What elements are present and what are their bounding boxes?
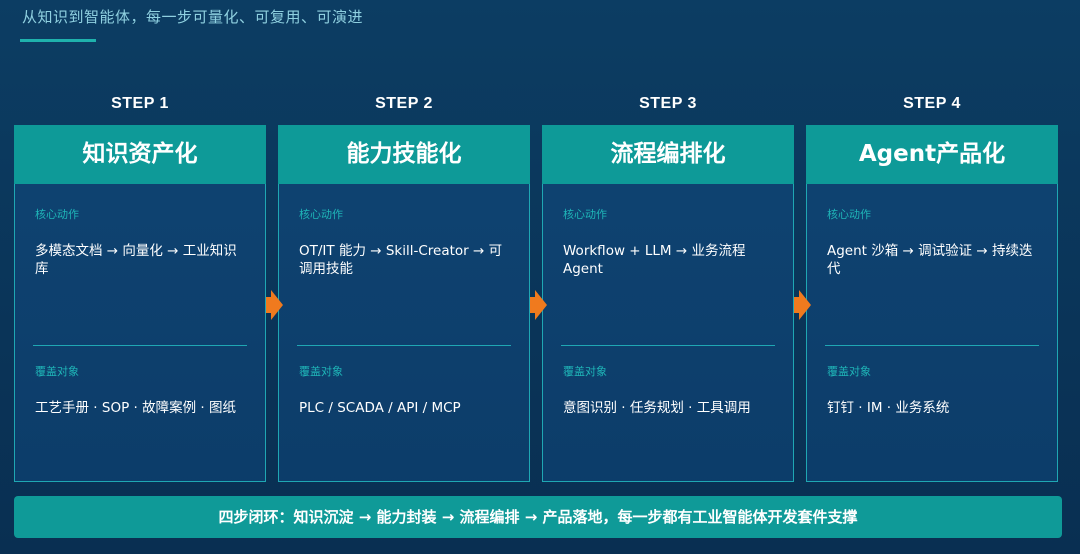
step-title: 知识资产化 <box>14 125 266 184</box>
step-label: STEP 3 <box>639 95 697 112</box>
action-text: Agent 沙箱 → 调试验证 → 持续迭代 <box>827 243 1033 277</box>
step-label: STEP 2 <box>375 95 433 112</box>
scope-text: 钉钉 · IM · 业务系统 <box>827 400 950 416</box>
divider <box>297 345 511 346</box>
action-text: 多模态文档 → 向量化 → 工业知识库 <box>35 243 237 277</box>
step-body-shade <box>15 184 265 481</box>
scope-label: 覆盖对象 <box>35 365 79 378</box>
arrow-right-icon <box>271 290 283 320</box>
step-card-1: STEP 1 知识资产化 核心动作 多模态文档 → 向量化 → 工业知识库 覆盖… <box>14 90 266 482</box>
step-body: 核心动作 多模态文档 → 向量化 → 工业知识库 覆盖对象 工艺手册 · SOP… <box>14 184 266 482</box>
scope-text: 工艺手册 · SOP · 故障案例 · 图纸 <box>35 400 236 416</box>
step-body-shade <box>807 184 1057 481</box>
arrow-right-icon <box>535 290 547 320</box>
action-label: 核心动作 <box>563 208 607 221</box>
arrow-right-icon <box>799 290 811 320</box>
action-label: 核心动作 <box>35 208 79 221</box>
scope-text: PLC / SCADA / API / MCP <box>299 400 461 416</box>
scope-label: 覆盖对象 <box>563 365 607 378</box>
step-body: 核心动作 Workflow + LLM → 业务流程 Agent 覆盖对象 意图… <box>542 184 794 482</box>
action-text: OT/IT 能力 → Skill-Creator → 可调用技能 <box>299 243 503 277</box>
footer-summary-bar: 四步闭环：知识沉淀 → 能力封装 → 流程编排 → 产品落地，每一步都有工业智能… <box>14 496 1062 538</box>
action-text: Workflow + LLM → 业务流程 Agent <box>563 243 746 277</box>
action-label: 核心动作 <box>827 208 871 221</box>
step-label: STEP 1 <box>111 95 169 112</box>
step-title: 能力技能化 <box>278 125 530 184</box>
step-label: STEP 4 <box>903 95 961 112</box>
step-card-4: STEP 4 Agent产品化 核心动作 Agent 沙箱 → 调试验证 → 持… <box>806 90 1058 482</box>
scope-label: 覆盖对象 <box>827 365 871 378</box>
scope-text: 意图识别 · 任务规划 · 工具调用 <box>563 400 751 416</box>
header-title: 从知识到智能体，每一步可量化、可复用、可演进 <box>22 8 364 26</box>
step-body-shade <box>279 184 529 481</box>
divider <box>561 345 775 346</box>
step-body: 核心动作 Agent 沙箱 → 调试验证 → 持续迭代 覆盖对象 钉钉 · IM… <box>806 184 1058 482</box>
divider <box>825 345 1039 346</box>
header-underline <box>20 39 96 42</box>
step-title: 流程编排化 <box>542 125 794 184</box>
divider <box>33 345 247 346</box>
action-label: 核心动作 <box>299 208 343 221</box>
step-card-3: STEP 3 流程编排化 核心动作 Workflow + LLM → 业务流程 … <box>542 90 794 482</box>
step-title: Agent产品化 <box>806 125 1058 184</box>
scope-label: 覆盖对象 <box>299 365 343 378</box>
step-body-shade <box>543 184 793 481</box>
step-body: 核心动作 OT/IT 能力 → Skill-Creator → 可调用技能 覆盖… <box>278 184 530 482</box>
step-card-2: STEP 2 能力技能化 核心动作 OT/IT 能力 → Skill-Creat… <box>278 90 530 482</box>
